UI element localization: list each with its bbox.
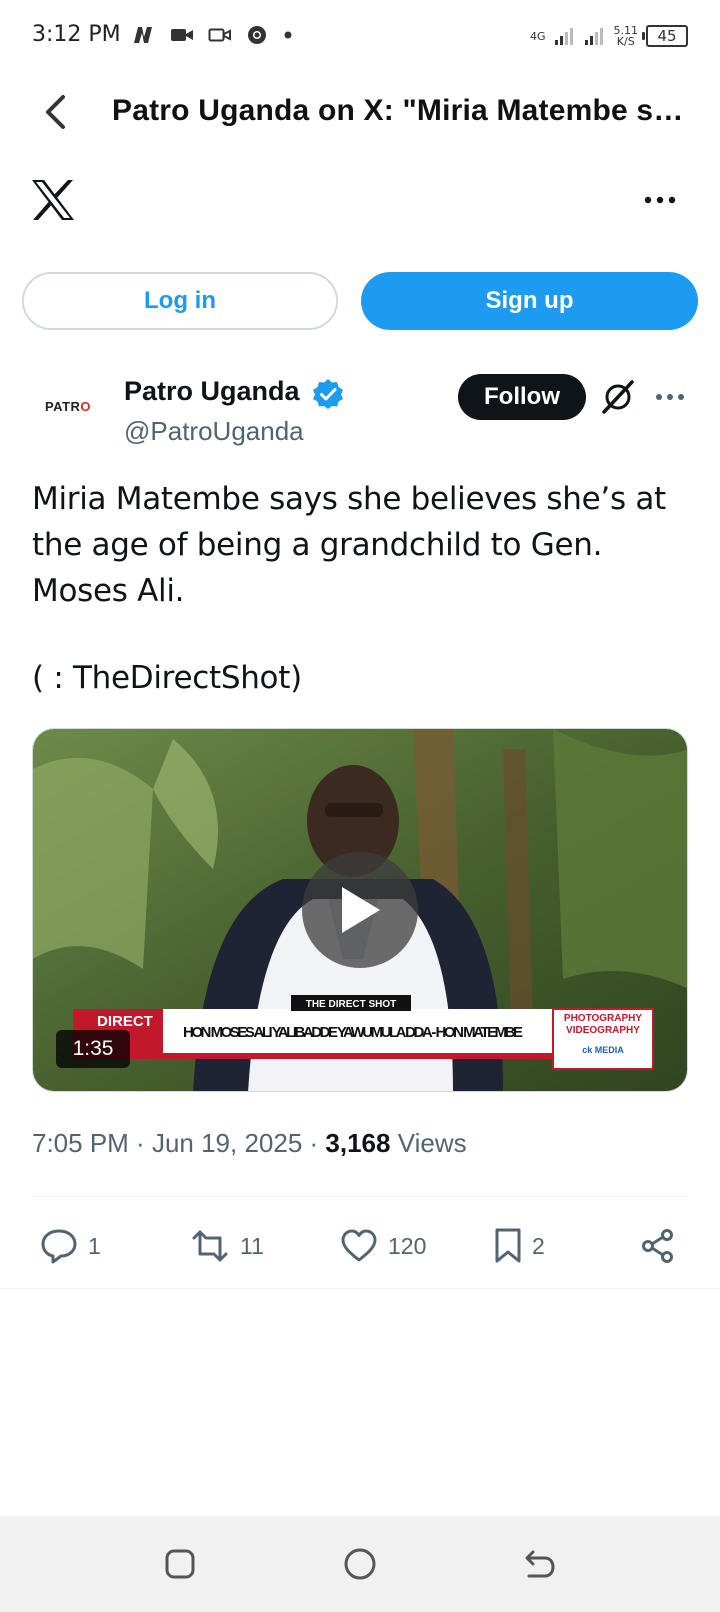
login-button[interactable]: Log in [22, 272, 338, 330]
back-button[interactable] [36, 88, 76, 136]
follow-button[interactable]: Follow [458, 374, 586, 420]
network-label: 4G [529, 29, 546, 43]
share-button[interactable] [640, 1226, 676, 1266]
repost-icon [192, 1230, 228, 1262]
signup-button[interactable]: Sign up [361, 272, 698, 330]
views-label: Views [397, 1128, 467, 1158]
more-horizontal-icon [656, 394, 684, 400]
video-banner-headline: HON MOSES ALI YALIBADDE YAWUMULA DDA - H… [183, 1024, 523, 1041]
avatar-logo-text-left: PATR [44, 398, 81, 414]
camera-icon [208, 28, 231, 42]
back-arrow-icon [525, 1550, 555, 1578]
bookmark-count: 2 [532, 1232, 545, 1259]
tweet-text: Miria Matembe says she believes she’s at… [32, 481, 666, 609]
reply-icon [41, 1229, 77, 1264]
status-bar: 3:12 PM 4G 5.11 K/S 45 [0, 0, 720, 72]
repost-button[interactable]: 11 [190, 1226, 264, 1266]
signal-icon-2 [584, 28, 603, 45]
status-time: 3:12 PM [32, 22, 121, 47]
chrome-icon [248, 26, 266, 44]
reply-button[interactable]: 1 [40, 1226, 101, 1266]
status-right-icons: 4G 5.11 K/S 45 [530, 22, 688, 50]
verified-badge-icon [312, 378, 344, 410]
video-duration: 1:35 [56, 1030, 130, 1068]
tweet-date[interactable]: Jun 19, 2025 [152, 1128, 302, 1158]
meta-separator: · [302, 1128, 326, 1158]
video-banner-side-1: PHOTOGRAPHY [564, 1013, 642, 1024]
notification-app-icon [134, 27, 152, 43]
views-count: 3,168 [325, 1128, 391, 1158]
status-notification-icons [132, 22, 294, 48]
like-button[interactable]: 120 [340, 1226, 426, 1266]
video-banner-tag: THE DIRECT SHOT [306, 999, 397, 1010]
home-button[interactable] [342, 1546, 378, 1582]
avatar-logo-text-right: O [80, 398, 92, 414]
avatar-logo: PATRO [45, 399, 91, 414]
meta-separator: · [128, 1128, 152, 1158]
circle-icon [344, 1548, 376, 1580]
signal-icon [554, 28, 573, 45]
play-icon [342, 887, 380, 933]
dot-icon [284, 31, 292, 39]
author-name[interactable]: Patro Uganda [124, 376, 300, 407]
heart-icon [341, 1229, 377, 1262]
like-count: 120 [388, 1232, 427, 1259]
play-button[interactable] [302, 852, 418, 968]
video-banner-side-2: VIDEOGRAPHY [566, 1025, 640, 1036]
grok-icon[interactable] [600, 379, 636, 415]
speed-unit: K/S [616, 35, 635, 48]
divider [32, 1196, 688, 1197]
network-type: 4G [530, 31, 546, 42]
repost-count: 11 [240, 1232, 264, 1259]
tweet-time[interactable]: 7:05 PM [32, 1128, 129, 1158]
battery-icon: 45 [642, 25, 688, 47]
avatar[interactable]: PATRO [32, 370, 104, 442]
divider [0, 1288, 720, 1289]
chevron-left-icon [46, 95, 65, 129]
video-banner-brand: DIRECT [97, 1013, 153, 1030]
author-handle[interactable]: @PatroUganda [124, 416, 304, 447]
recents-button[interactable] [162, 1546, 198, 1582]
network-speed: 5.11 K/S [614, 25, 639, 47]
video-call-icon [171, 29, 193, 41]
tweet-meta: 7:05 PM · Jun 19, 2025 · 3,168 Views [32, 1128, 467, 1159]
tweet-more-button[interactable] [652, 382, 688, 412]
more-options-button[interactable] [640, 184, 680, 216]
share-icon [642, 1229, 673, 1263]
square-icon [165, 1549, 195, 1579]
back-nav-button[interactable] [522, 1546, 558, 1582]
reply-count: 1 [88, 1232, 101, 1259]
bookmark-button[interactable]: 2 [494, 1226, 545, 1266]
video-banner-side-3: ck MEDIA [582, 1045, 624, 1055]
tweet-credit: ( : TheDirectShot) [32, 660, 302, 696]
x-logo-icon[interactable] [30, 178, 76, 222]
page-title: Patro Uganda on X: "Miria Matembe says s… [112, 94, 698, 127]
bookmark-icon [495, 1228, 521, 1263]
more-horizontal-icon [644, 196, 676, 204]
